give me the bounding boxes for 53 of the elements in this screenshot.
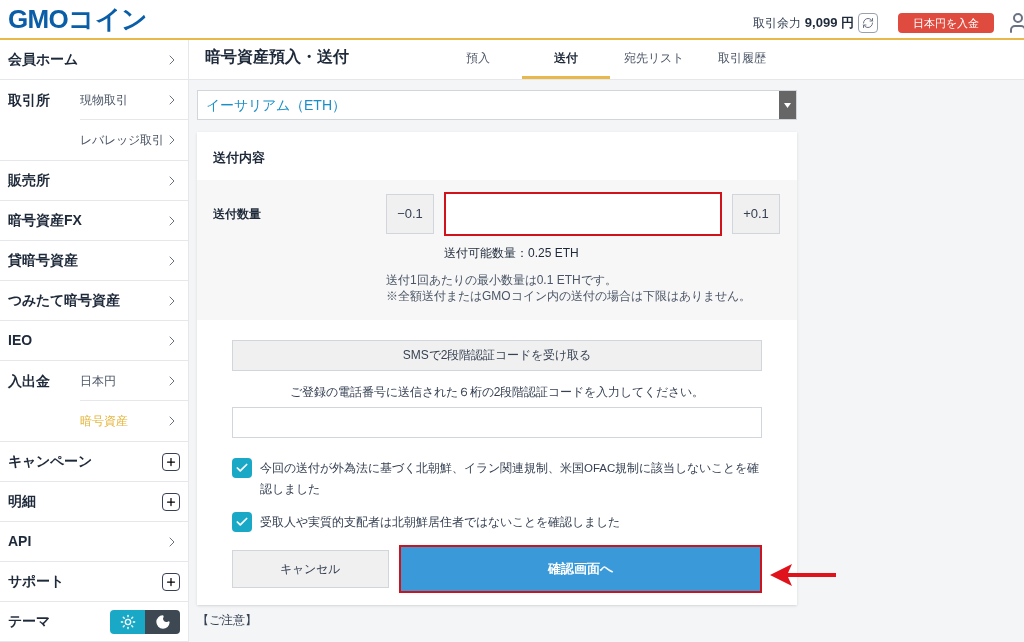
tab[interactable]: 預入 bbox=[434, 39, 522, 79]
tab[interactable]: 宛先リスト bbox=[610, 39, 698, 79]
tab[interactable]: 取引履歴 bbox=[698, 39, 786, 79]
sidebar-item: 取引所 bbox=[7, 91, 51, 110]
sms-code-button[interactable]: SMSで2段階認証コードを受け取る bbox=[232, 339, 762, 371]
deposit-button[interactable]: 日本円を入金 bbox=[898, 13, 994, 33]
cancel-button[interactable]: キャンセル bbox=[232, 549, 389, 588]
sidebar-item[interactable]: つみたて暗号資産 bbox=[8, 290, 120, 311]
sidebar-item[interactable]: 会員ホーム bbox=[8, 49, 78, 70]
sidebar-item[interactable]: キャンペーン bbox=[8, 451, 92, 472]
logo[interactable]: GMOコイン bbox=[8, 0, 148, 39]
amount-field[interactable] bbox=[444, 191, 722, 236]
plus-icon[interactable] bbox=[162, 492, 180, 511]
sidebar-item[interactable]: テーマ bbox=[8, 611, 50, 632]
sidebar-item[interactable]: IEO bbox=[8, 330, 33, 351]
verification-code-field[interactable] bbox=[232, 406, 762, 438]
balance-value: 9,099 円 bbox=[804, 14, 854, 33]
sidebar-subitem[interactable]: レバレッジ取引 bbox=[80, 120, 188, 160]
amount-label: 送付数量 bbox=[213, 205, 262, 223]
sidebar-item: 入出金 bbox=[7, 372, 51, 391]
plus-icon[interactable] bbox=[162, 452, 180, 471]
code-prompt: ご登録の電話番号に送信された６桁の2段階認証コードを入力してください。 bbox=[288, 383, 706, 401]
balance-label: 取引余力 bbox=[752, 15, 801, 32]
dropdown-caret-icon bbox=[784, 102, 791, 108]
arrow-icon bbox=[770, 564, 836, 586]
sidebar-item[interactable]: サポート bbox=[8, 571, 64, 592]
confirmation-text: 今回の送付が外為法に基づく北朝鮮、イラン関連規制、米国OFAC規制に該当しないことを確認しました bbox=[260, 460, 761, 497]
note-text: 送付1回あたりの最小数量は0.1 ETHです。 bbox=[386, 271, 618, 288]
sidebar-item[interactable]: 暗号資産FX bbox=[8, 210, 82, 231]
plus-icon[interactable] bbox=[162, 572, 180, 591]
sidebar-subitem[interactable]: 日本円 bbox=[80, 361, 188, 401]
checkbox[interactable] bbox=[232, 511, 252, 532]
sidebar-item[interactable]: 明細 bbox=[8, 491, 36, 512]
dark-theme-button[interactable] bbox=[145, 609, 180, 634]
notice-heading: 【ご注意】 bbox=[197, 612, 258, 628]
sidebar-item[interactable]: 販売所 bbox=[8, 170, 50, 191]
sun-icon bbox=[119, 613, 136, 630]
asset-select[interactable]: イーサリアム（ETH） bbox=[197, 90, 797, 120]
sidebar-subitem[interactable]: 現物取引 bbox=[80, 80, 188, 120]
sidebar-item[interactable]: API bbox=[8, 531, 32, 552]
checkbox[interactable] bbox=[232, 457, 252, 478]
section-title: 送付内容 bbox=[212, 149, 266, 167]
page-title: 暗号資産預入・送付 bbox=[204, 47, 350, 67]
refresh-icon bbox=[862, 17, 874, 29]
increment-button[interactable]: +0.1 bbox=[732, 193, 780, 234]
decrement-button[interactable]: −0.1 bbox=[386, 193, 434, 234]
available-amount: 送付可能数量：0.25 ETH bbox=[444, 244, 580, 262]
moon-icon bbox=[154, 613, 171, 630]
confirmation-text: 受取人や実質的支配者は北朝鮮居住者ではないことを確認しました bbox=[260, 514, 620, 531]
tab[interactable]: 送付 bbox=[522, 39, 610, 79]
refresh-button[interactable] bbox=[858, 13, 878, 33]
sidebar-item[interactable]: 貸暗号資産 bbox=[8, 250, 78, 271]
note-text: ※全額送付またはGMOコイン内の送付の場合は下限はありません。 bbox=[386, 287, 752, 304]
